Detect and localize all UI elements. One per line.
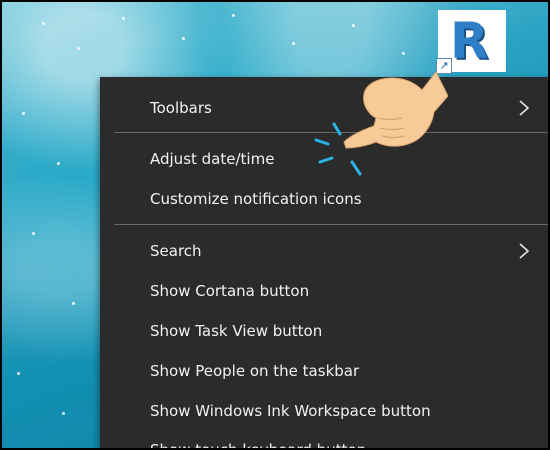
water-sparkle	[352, 24, 355, 27]
menu-item-search[interactable]: Search	[100, 233, 548, 269]
menu-item-show-windows-ink-workspace-button[interactable]: Show Windows Ink Workspace button	[100, 393, 548, 429]
chevron-right-icon	[519, 243, 530, 259]
water-sparkle	[57, 162, 60, 165]
water-sparkle	[77, 47, 80, 50]
water-sparkle	[402, 52, 405, 55]
menu-item-show-cortana-button[interactable]: Show Cortana button	[100, 273, 548, 309]
menu-item-label: Show Cortana button	[150, 282, 310, 300]
menu-item-show-task-view-button[interactable]: Show Task View button	[100, 313, 548, 349]
menu-item-label: Show Windows Ink Workspace button	[150, 402, 431, 420]
water-sparkle	[72, 302, 75, 305]
menu-item-label: Show touch keyboard button	[150, 441, 367, 450]
water-sparkle	[292, 42, 295, 45]
water-sparkle	[182, 37, 185, 40]
menu-item-show-people-on-taskbar[interactable]: Show People on the taskbar	[100, 353, 548, 389]
water-sparkle	[17, 372, 20, 375]
desktop-shortcut[interactable]: R ↗	[436, 10, 506, 74]
menu-item-customize-notification-icons[interactable]: Customize notification icons	[100, 181, 548, 217]
desktop-background: R ↗ Toolbars Adjust date/time Customize …	[0, 0, 550, 450]
revit-r-icon: R	[450, 12, 489, 70]
water-sparkle	[62, 412, 65, 415]
menu-item-label: Show People on the taskbar	[150, 362, 360, 380]
water-sparkle	[122, 17, 125, 20]
water-sparkle	[22, 112, 25, 115]
menu-item-label: Search	[150, 242, 202, 260]
menu-item-show-touch-keyboard-button[interactable]: Show touch keyboard button	[100, 432, 548, 450]
water-sparkle	[42, 22, 45, 25]
water-sparkle	[232, 14, 235, 17]
menu-item-label: Show Task View button	[150, 322, 323, 340]
chevron-right-icon	[519, 100, 530, 116]
menu-item-label: Customize notification icons	[150, 190, 362, 208]
menu-item-label: Adjust date/time	[150, 150, 275, 168]
water-sparkle	[32, 232, 35, 235]
menu-separator	[114, 224, 548, 225]
menu-item-label: Toolbars	[150, 99, 212, 117]
pointing-hand-icon	[343, 71, 448, 149]
